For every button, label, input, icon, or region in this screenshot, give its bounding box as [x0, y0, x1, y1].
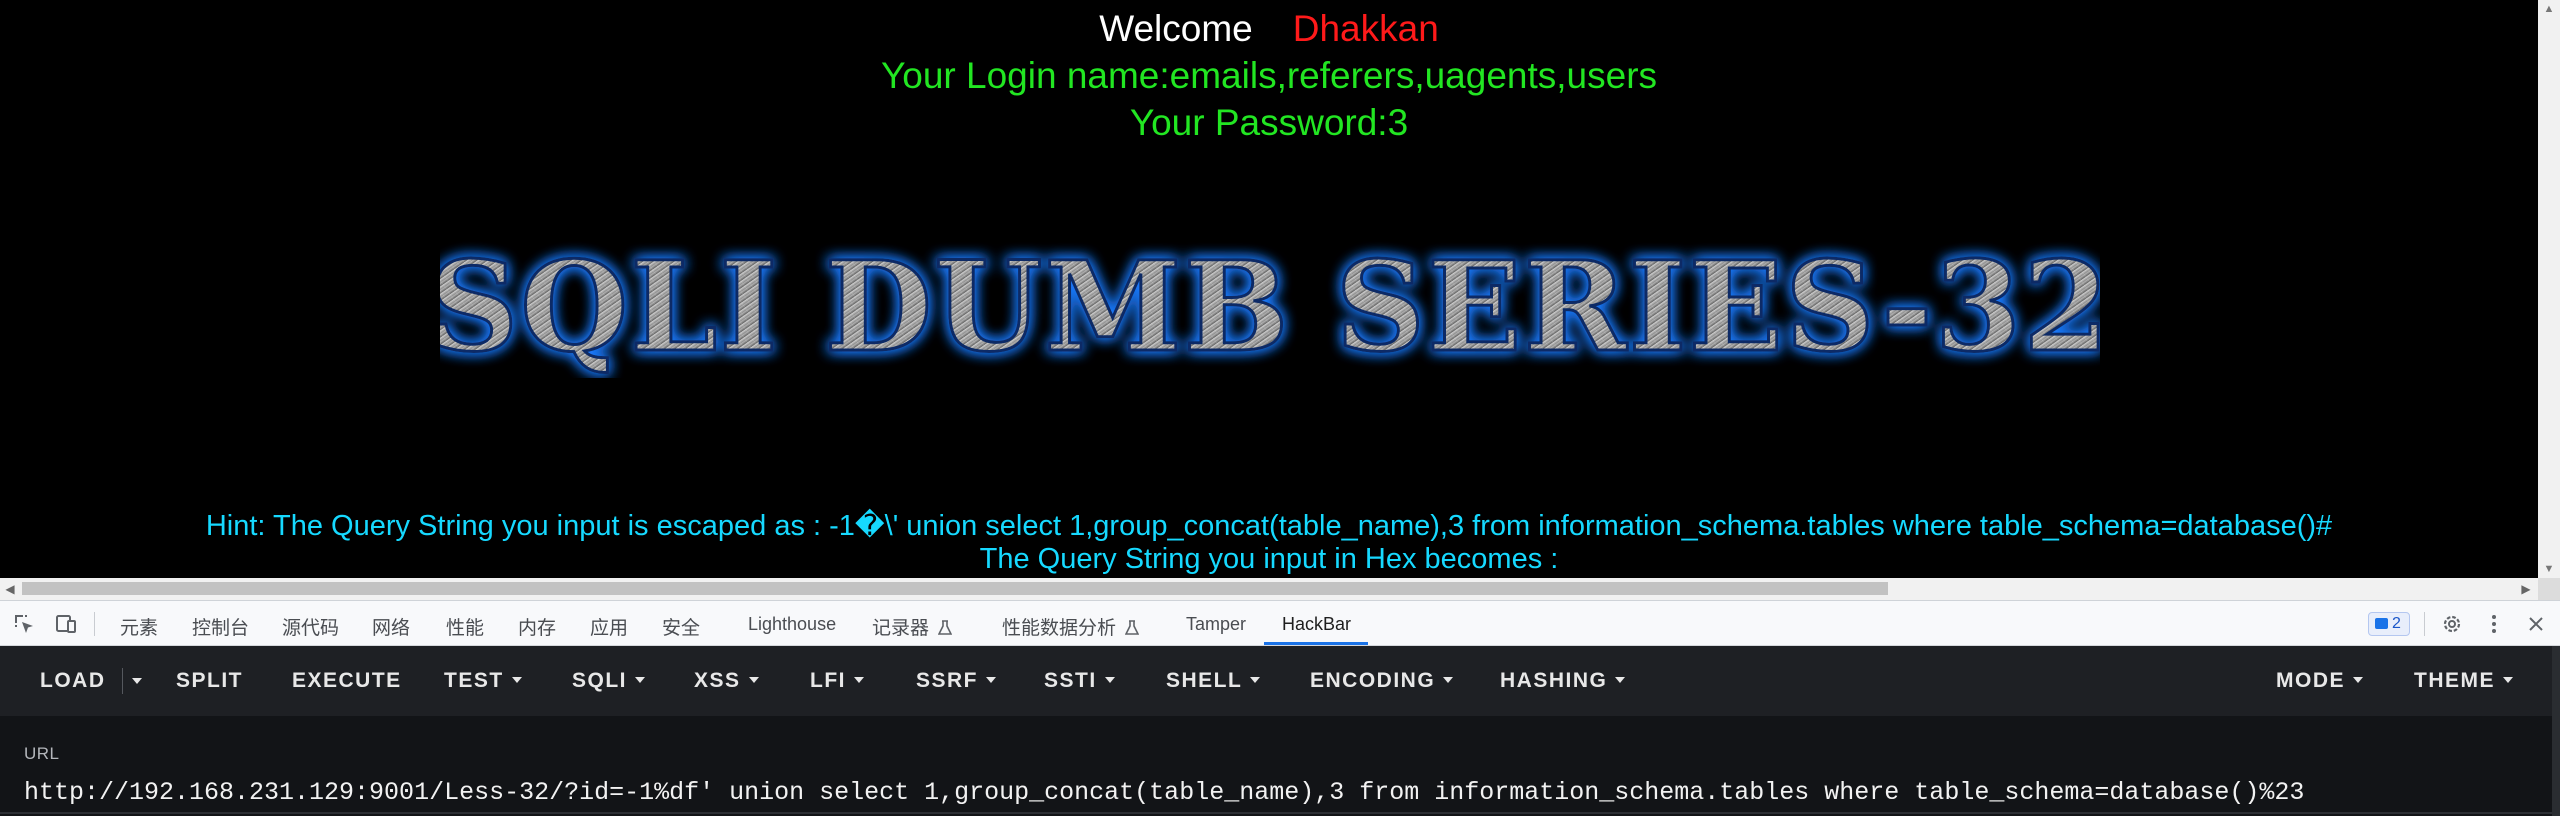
encoding-menu-button[interactable]: ENCODING: [1310, 646, 1454, 716]
tab-security[interactable]: 安全: [662, 613, 700, 640]
tab-elements[interactable]: 元素: [120, 613, 158, 640]
load-button[interactable]: LOAD: [40, 646, 106, 716]
experiment-flask-icon: [938, 620, 953, 635]
tab-hackbar[interactable]: HackBar: [1282, 614, 1351, 635]
hint-line: Hint: The Query String you input is esca…: [205, 510, 2333, 542]
password-line: Your Password:3: [1129, 102, 1409, 143]
caret-down-icon: [2503, 677, 2513, 683]
caret-down-icon: [1250, 677, 1261, 683]
tab-performance[interactable]: 性能: [446, 613, 484, 640]
mode-menu-label: MODE: [2276, 669, 2345, 692]
load-split-divider: [122, 668, 123, 694]
theme-menu-button[interactable]: THEME: [2414, 646, 2513, 716]
caret-down-icon: [986, 677, 997, 683]
ssti-menu-button[interactable]: SSTI: [1044, 646, 1115, 716]
inspect-element-icon[interactable]: [12, 612, 36, 636]
vertical-scrollbar[interactable]: ▲ ▼: [2538, 0, 2560, 578]
panel-right-edge: [2552, 646, 2560, 816]
hackbar-toolbar: LOAD SPLIT EXECUTE TEST SQLI XSS LFI SSR…: [0, 646, 2560, 716]
tab-tamper[interactable]: Tamper: [1186, 614, 1246, 635]
split-button[interactable]: SPLIT: [176, 646, 243, 716]
banner-text: SQLI DUMB SERIES-32: [440, 235, 2100, 378]
tab-sources[interactable]: 源代码: [282, 613, 339, 640]
scroll-corner: [2538, 578, 2560, 600]
shell-menu-label: SHELL: [1166, 669, 1243, 692]
horizontal-scroll-thumb[interactable]: [22, 582, 1888, 595]
tab-network[interactable]: 网络: [372, 613, 410, 640]
sqli-menu-label: SQLI: [572, 669, 628, 692]
ssrf-menu-button[interactable]: SSRF: [916, 646, 997, 716]
welcome-username: Dhakkan: [1292, 8, 1439, 49]
devtools-tab-bar: 元素 控制台 源代码 网络 性能 内存 应用 安全 Lighthouse 记录器…: [0, 600, 2560, 646]
caret-down-icon: [1615, 677, 1626, 683]
sqli-menu-button[interactable]: SQLI: [572, 646, 646, 716]
scroll-down-arrow-icon[interactable]: ▼: [2538, 560, 2560, 578]
issues-badge[interactable]: 2: [2368, 612, 2410, 636]
hashing-menu-button[interactable]: HASHING: [1500, 646, 1626, 716]
horizontal-scrollbar[interactable]: ◀ ▶: [0, 578, 2538, 600]
welcome-line: Welcome Dhakkan: [0, 8, 2538, 50]
shell-menu-button[interactable]: SHELL: [1166, 646, 1261, 716]
caret-down-icon: [511, 677, 522, 683]
scroll-up-arrow-icon[interactable]: ▲: [2538, 0, 2560, 18]
toolbar-divider: [2424, 612, 2425, 636]
tab-lighthouse[interactable]: Lighthouse: [748, 614, 836, 635]
login-name-line: Your Login name:emails,referers,uagents,…: [880, 55, 1658, 96]
url-field-underline: [0, 812, 2560, 814]
ssrf-menu-label: SSRF: [916, 669, 979, 692]
tab-recorder-label: 记录器: [872, 618, 930, 639]
banner-graphic: SQLI DUMB SERIES-32: [427, 234, 2111, 382]
theme-menu-label: THEME: [2414, 669, 2495, 692]
kebab-menu-icon[interactable]: [2482, 612, 2506, 636]
load-dropdown-caret-icon[interactable]: [128, 675, 148, 687]
hashing-menu-label: HASHING: [1500, 669, 1608, 692]
execute-button[interactable]: EXECUTE: [292, 646, 402, 716]
scroll-left-arrow-icon[interactable]: ◀: [0, 578, 20, 600]
tab-application[interactable]: 应用: [590, 613, 628, 640]
issues-count: 2: [2392, 615, 2401, 632]
caret-down-icon: [635, 677, 646, 683]
encoding-menu-label: ENCODING: [1310, 669, 1436, 692]
xss-menu-label: XSS: [694, 669, 741, 692]
lfi-menu-label: LFI: [810, 669, 846, 692]
caret-down-icon: [2353, 677, 2363, 683]
tab-console[interactable]: 控制台: [192, 613, 249, 640]
lfi-menu-button[interactable]: LFI: [810, 646, 864, 716]
gear-icon[interactable]: [2440, 612, 2464, 636]
tab-performance-insights-label: 性能数据分析: [1002, 618, 1117, 639]
tab-memory[interactable]: 内存: [518, 613, 556, 640]
hex-line: The Query String you input in Hex become…: [979, 543, 1559, 575]
series-banner: SQLI DUMB SERIES-32: [427, 228, 2111, 382]
xss-menu-button[interactable]: XSS: [694, 646, 759, 716]
active-tab-indicator: [1264, 642, 1368, 645]
test-menu-label: TEST: [444, 669, 504, 692]
caret-down-icon: [748, 677, 759, 683]
test-menu-button[interactable]: TEST: [444, 646, 522, 716]
page-viewport: Welcome Dhakkan Your Login name:emails,re…: [0, 0, 2538, 578]
ssti-menu-label: SSTI: [1044, 669, 1097, 692]
url-input[interactable]: http://192.168.231.129:9001/Less-32/?id=…: [24, 778, 2544, 807]
device-toolbar-icon[interactable]: [54, 612, 78, 636]
caret-down-icon: [854, 677, 864, 683]
tab-recorder[interactable]: 记录器: [872, 613, 953, 640]
caret-down-icon: [1443, 677, 1454, 683]
hackbar-url-panel: URL http://192.168.231.129:9001/Less-32/…: [0, 716, 2560, 816]
experiment-flask-icon: [1125, 620, 1140, 635]
scroll-right-arrow-icon[interactable]: ▶: [2516, 578, 2536, 600]
url-field-label: URL: [24, 744, 60, 763]
caret-down-icon: [1104, 677, 1115, 683]
toolbar-divider: [94, 612, 95, 636]
welcome-label: Welcome: [1099, 8, 1253, 49]
tab-performance-insights[interactable]: 性能数据分析: [1002, 613, 1140, 640]
message-icon: [2375, 618, 2388, 629]
mode-menu-button[interactable]: MODE: [2276, 646, 2363, 716]
close-icon[interactable]: [2524, 612, 2548, 636]
